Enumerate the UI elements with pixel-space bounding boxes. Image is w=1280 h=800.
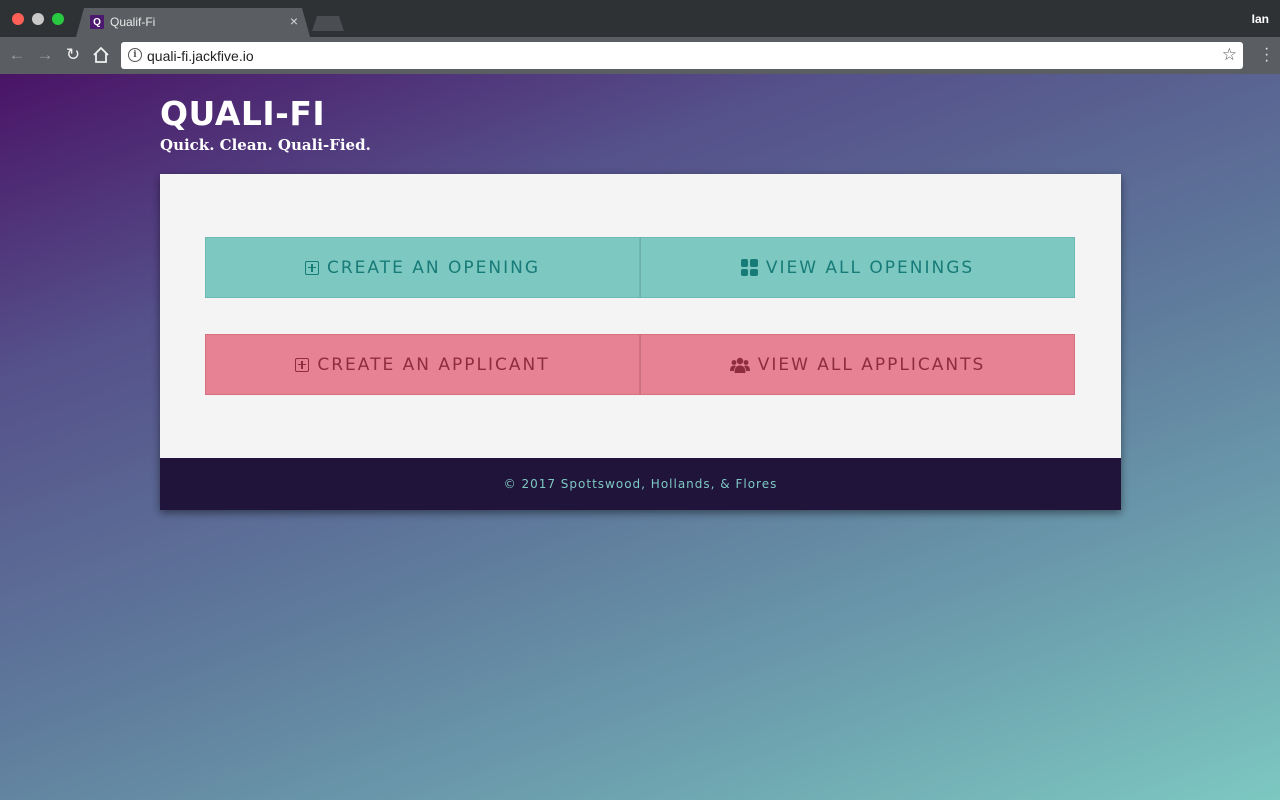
- plus-square-icon: [295, 357, 310, 372]
- home-icon[interactable]: [91, 45, 111, 65]
- view-openings-label: VIEW ALL OPENINGS: [765, 257, 975, 278]
- view-applicants-button[interactable]: VIEW ALL APPLICANTS: [640, 334, 1075, 395]
- copyright-text: © 2017 Spottswood, Hollands, & Flores: [503, 477, 778, 491]
- browser-toolbar: ← → ↻ i quali-fi.jackfive.io ☆ · · ·: [0, 37, 1280, 74]
- new-tab-button[interactable]: [312, 16, 344, 31]
- view-applicants-label: VIEW ALL APPLICANTS: [757, 354, 986, 375]
- maximize-window-button[interactable]: [52, 13, 64, 25]
- card-footer: © 2017 Spottswood, Hollands, & Flores: [160, 458, 1121, 510]
- plus-square-icon: [304, 260, 319, 275]
- create-opening-label: CREATE AN OPENING: [326, 257, 540, 278]
- forward-arrow-icon[interactable]: →: [35, 45, 55, 65]
- address-bar[interactable]: i quali-fi.jackfive.io ☆: [121, 42, 1243, 69]
- kebab-menu-icon[interactable]: · · ·: [1264, 41, 1269, 69]
- create-applicant-label: CREATE AN APPLICANT: [317, 354, 550, 375]
- star-icon[interactable]: ☆: [1222, 45, 1237, 65]
- profile-name[interactable]: Ian: [1252, 12, 1269, 26]
- reload-icon[interactable]: ↻: [63, 45, 83, 65]
- card-body: CREATE AN OPENING VIEW ALL OPENINGS CREA…: [160, 174, 1121, 458]
- back-arrow-icon[interactable]: ←: [7, 45, 27, 65]
- page-title: QUALI-FI: [160, 94, 326, 133]
- info-icon[interactable]: i: [128, 48, 142, 62]
- grid-icon: [740, 259, 758, 276]
- view-openings-button[interactable]: VIEW ALL OPENINGS: [640, 237, 1075, 298]
- favicon-icon: Q: [90, 15, 104, 29]
- page-background: QUALI-FI Quick. Clean. Quali-Fied. CREAT…: [0, 74, 1280, 800]
- applicants-row: CREATE AN APPLICANT VIEW ALL APPLICANTS: [205, 334, 1075, 395]
- tagline: Quick. Clean. Quali-Fied.: [160, 136, 371, 154]
- tab-title: Qualif-Fi: [110, 15, 156, 29]
- create-opening-button[interactable]: CREATE AN OPENING: [205, 237, 640, 298]
- openings-row: CREATE AN OPENING VIEW ALL OPENINGS: [205, 237, 1075, 298]
- tab-close-icon[interactable]: ×: [290, 13, 298, 29]
- browser-tab[interactable]: Q Qualif-Fi ×: [76, 8, 310, 37]
- browser-titlebar: Q Qualif-Fi × Ian: [0, 0, 1280, 37]
- create-applicant-button[interactable]: CREATE AN APPLICANT: [205, 334, 640, 395]
- main-card: CREATE AN OPENING VIEW ALL OPENINGS CREA…: [160, 174, 1121, 510]
- url-text[interactable]: quali-fi.jackfive.io: [147, 48, 254, 64]
- minimize-window-button[interactable]: [32, 13, 44, 25]
- close-window-button[interactable]: [12, 13, 24, 25]
- users-icon: [729, 356, 750, 374]
